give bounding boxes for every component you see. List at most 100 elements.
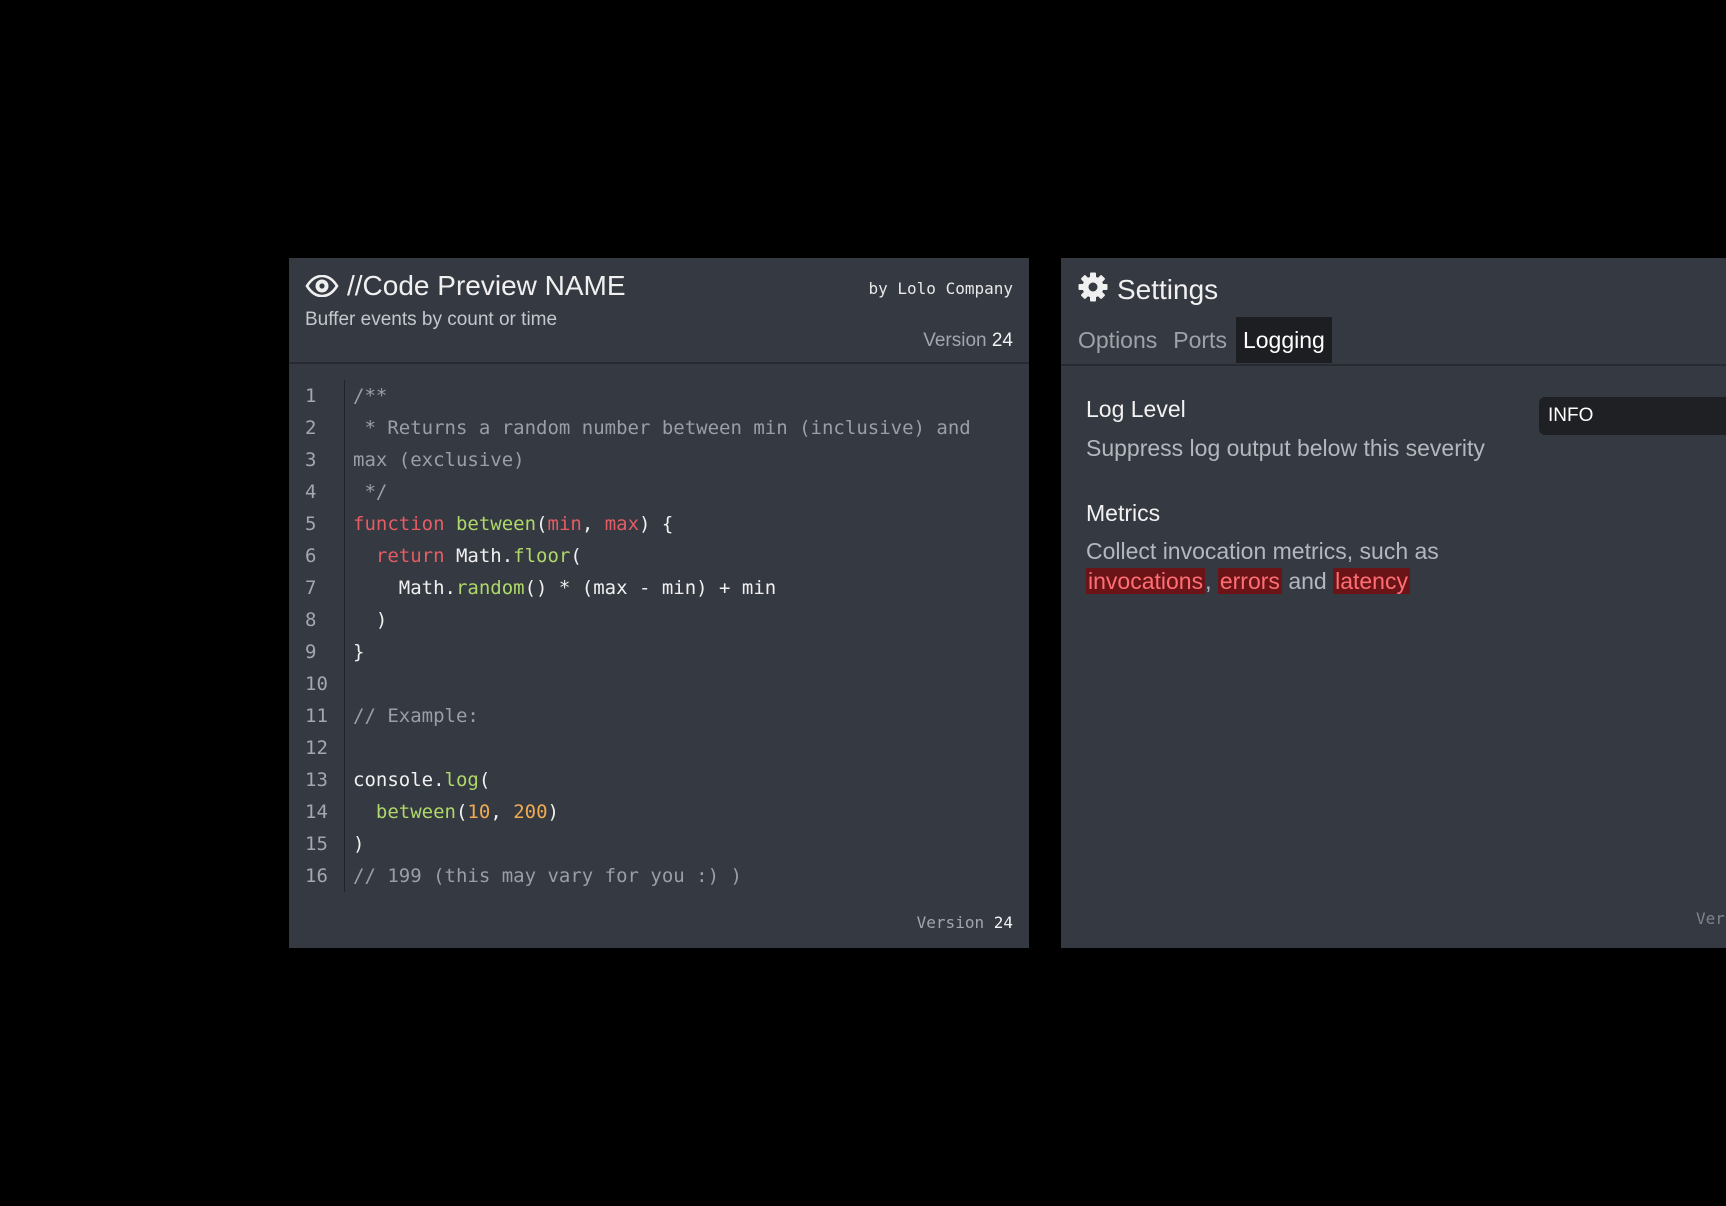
line-number: 11 [289, 700, 345, 732]
eye-icon[interactable] [305, 275, 339, 297]
line-number: 13 [289, 764, 345, 796]
tab-options[interactable]: Options [1071, 317, 1164, 363]
code-line: 12 [289, 732, 1029, 764]
tab-ports[interactable]: Ports [1166, 317, 1234, 363]
author-label: by Lolo Company [868, 279, 1014, 298]
line-number: 12 [289, 732, 345, 764]
settings-panel: Settings Options Ports Logging Log Level… [1061, 258, 1726, 948]
code-preview-title-row: //Code Preview NAME [305, 270, 626, 302]
code-line: 8 ) [289, 604, 1029, 636]
code-token: // Example: [353, 705, 479, 727]
code-token: max [604, 513, 640, 535]
code-token: Math. [353, 577, 456, 599]
metric-invocations: invocations [1086, 568, 1206, 594]
version-label-bottom: Version 24 [917, 913, 1013, 932]
code-line: 11 // Example: [289, 700, 1029, 732]
line-source: ) [345, 828, 364, 860]
line-source [345, 668, 353, 700]
code-token: () * (max - min) + min [524, 577, 777, 599]
line-source [345, 732, 353, 764]
code-line: 14 between(10, 200) [289, 796, 1029, 828]
code-token: } [353, 641, 365, 663]
metrics-list: invocations, errors and latency [1086, 566, 1439, 596]
metrics-description-line: Collect invocation metrics, such as [1086, 538, 1439, 564]
version-number: 24 [991, 330, 1013, 351]
line-number: 14 [289, 796, 345, 828]
code-preview-panel: //Code Preview NAME Buffer events by cou… [289, 258, 1029, 948]
version-label-top: Version 24 [923, 330, 1013, 352]
code-token: 10 [467, 801, 491, 823]
line-number: 8 [289, 604, 345, 636]
gear-icon[interactable] [1077, 271, 1109, 308]
line-number: 6 [289, 540, 345, 572]
code-token: log [444, 769, 479, 791]
line-number: 9 [289, 636, 345, 668]
code-editor[interactable]: 1 /** 2 * Returns a random number between … [289, 380, 1029, 892]
line-source: /** [345, 380, 387, 412]
code-token: function [353, 513, 445, 535]
code-token: max (exclusive) [353, 449, 525, 471]
tab-logging[interactable]: Logging [1235, 317, 1332, 363]
line-source: between(10, 200) [345, 796, 559, 828]
code-token: 200 [513, 801, 548, 823]
code-token: * Returns a random number between min (i… [353, 417, 971, 439]
code-line: 9} [289, 636, 1029, 668]
line-number: 15 [289, 828, 345, 860]
code-line: 1 /** [289, 380, 1029, 412]
code-line: 6 return Math.floor( [289, 540, 1029, 572]
code-token: ) [547, 801, 559, 823]
code-token: , [490, 801, 514, 823]
metrics-conjunction: and [1288, 568, 1327, 594]
settings-header: Settings Options Ports Logging [1061, 258, 1726, 366]
line-number: 4 [289, 476, 345, 508]
version-text: Version [923, 330, 987, 351]
code-token: between [455, 513, 537, 535]
line-source: console.log( [345, 764, 490, 796]
settings-tabs: Options Ports Logging [1071, 317, 1334, 363]
code-token: // 199 (this may vary for you :) ) [353, 865, 742, 887]
code-preview-title: //Code Preview NAME [347, 270, 626, 301]
code-preview-subtitle: Buffer events by count or time [305, 309, 558, 330]
code-token: /** [353, 385, 388, 407]
metric-errors: errors [1217, 568, 1282, 594]
line-number: 7 [289, 572, 345, 604]
line-number: 3 [289, 444, 345, 476]
log-level-label: Log Level [1086, 396, 1186, 422]
line-source: } [345, 636, 364, 668]
code-token: console. [353, 769, 445, 791]
line-source: // 199 (this may vary for you :) ) [345, 860, 742, 892]
code-token: */ [353, 481, 388, 503]
code-token: ( [478, 769, 491, 791]
code-line: 7 Math.random() * (max - min) + min [289, 572, 1029, 604]
line-number: 10 [289, 668, 345, 700]
line-source: Math.random() * (max - min) + min [345, 572, 777, 604]
log-level-select[interactable]: INFO [1539, 397, 1726, 435]
log-level-description: Suppress log output below this severity [1086, 435, 1485, 461]
code-line: 4 */ [289, 476, 1029, 508]
code-line: 15) [289, 828, 1029, 860]
code-token: ) { [639, 513, 674, 535]
line-source: function between(min, max) { [345, 508, 673, 540]
code-token: Math. [444, 545, 514, 567]
metrics-description: Collect invocation metrics, such as invo… [1086, 536, 1439, 596]
code-token: between [375, 801, 456, 823]
version-text: Version [916, 913, 985, 932]
metrics-separator: , [1205, 568, 1212, 594]
line-number: 1 [289, 380, 345, 412]
settings-version-label: Ver [1696, 909, 1725, 928]
code-token: random [455, 577, 525, 599]
line-number: 5 [289, 508, 345, 540]
code-preview-header: //Code Preview NAME Buffer events by cou… [289, 258, 1029, 364]
code-line: 2 * Returns a random number between min … [289, 412, 1029, 444]
code-line: 5 function between(min, max) { [289, 508, 1029, 540]
settings-title-row: Settings [1077, 271, 1218, 308]
code-token: return [375, 545, 445, 567]
line-number: 2 [289, 412, 345, 444]
code-token: floor [513, 545, 571, 567]
code-line: 10 [289, 668, 1029, 700]
line-source: ) [345, 604, 387, 636]
code-token: ( [455, 801, 468, 823]
